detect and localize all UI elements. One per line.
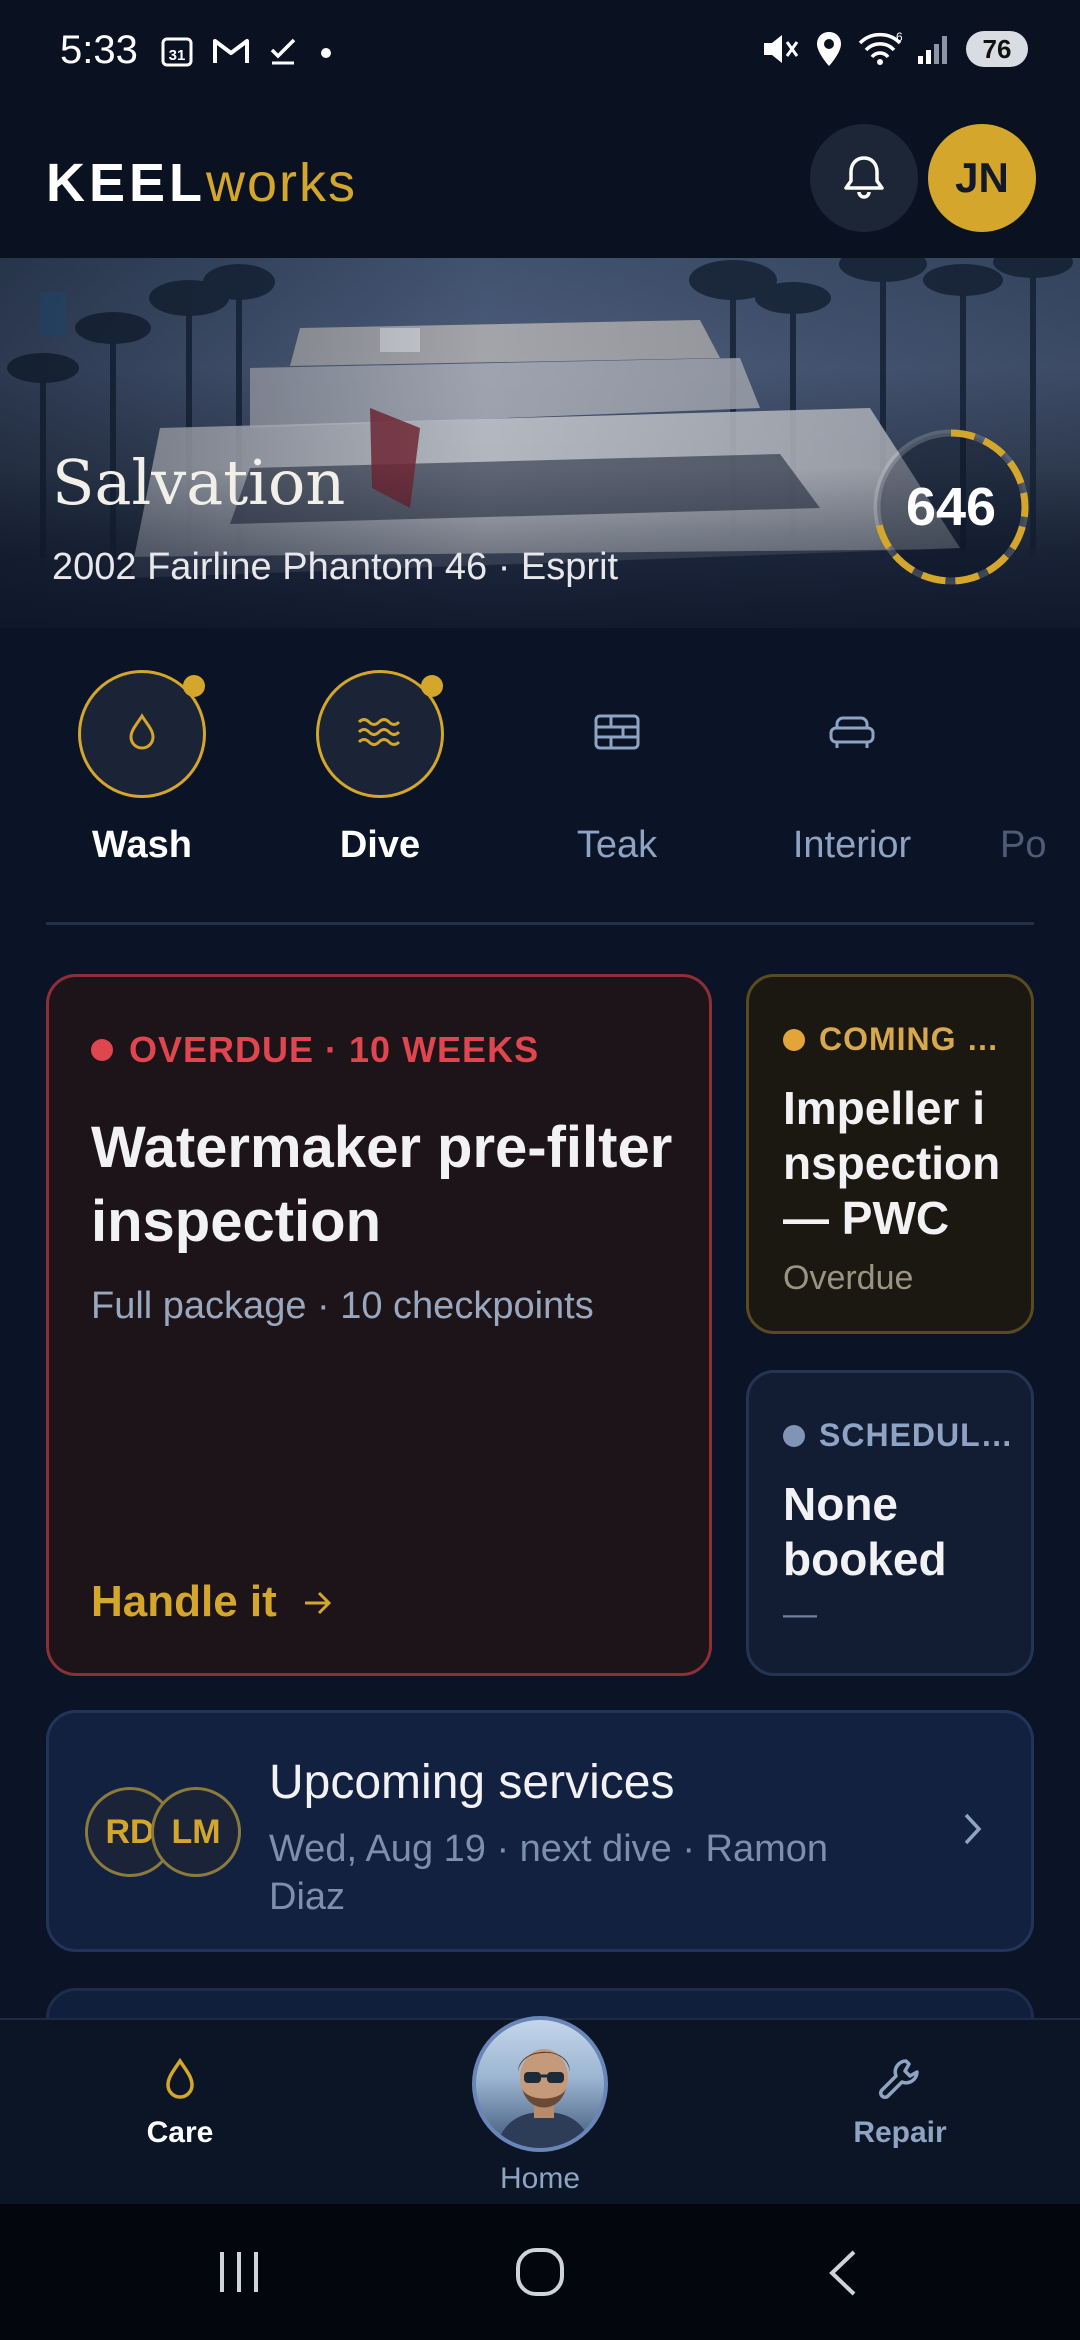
category-dive-alert-dot	[421, 675, 443, 697]
overdue-tag-text: OVERDUE · 10 WEEKS	[129, 1029, 540, 1070]
overdue-dot	[91, 1039, 113, 1061]
recent-apps-icon[interactable]	[214, 2250, 264, 2299]
bell-icon	[842, 152, 886, 205]
category-dive-label: Dive	[339, 824, 421, 866]
boat-details: 2002 Fairline Phantom 46 · Esprit	[52, 546, 619, 588]
location-icon	[814, 30, 844, 68]
nav-repair-icon-wrap	[770, 2020, 1030, 2116]
category-partial-icon-wrap	[1000, 670, 1080, 798]
status-time: 5:33	[60, 28, 138, 72]
boat-name: Salvation	[52, 446, 346, 519]
scheduled-dot	[783, 1424, 805, 1447]
nav-care-label: Care	[146, 2116, 214, 2149]
sofa-icon	[827, 714, 877, 755]
boat-hero[interactable]: Salvation 2002 Fairline Phantom 46 · Esp…	[0, 258, 1080, 628]
arrow-right-icon	[303, 1577, 333, 1627]
category-interior-icon-wrap	[788, 670, 916, 798]
nav-care-icon-wrap	[50, 2020, 310, 2116]
provider-avatar-lm: LM	[151, 1787, 241, 1877]
category-wash-label: Wash	[92, 824, 192, 866]
overdue-task-title: Watermaker pre-filter inspection	[91, 1115, 673, 1254]
category-divider	[46, 922, 1034, 925]
coming-task-title: Impeller inspection — PWC	[783, 1082, 1001, 1244]
chevron-right-icon	[961, 1809, 985, 1854]
system-status-icons: 6 76	[760, 30, 1028, 68]
app-screen: { "status_bar": { "time": "5:33", "batte…	[0, 0, 1080, 2340]
coming-task-status: Overdue	[783, 1259, 914, 1297]
coming-tag-text: COMING …	[819, 1021, 1000, 1057]
boat-score: 646	[905, 477, 997, 537]
handle-it-label: Handle it	[91, 1577, 277, 1626]
care-category-tabs: Wash Dive Teak Interior Po	[0, 670, 1080, 890]
profile-photo	[495, 2049, 593, 2148]
overdue-task-card[interactable]: OVERDUE · 10 WEEKS Watermaker pre-filter…	[46, 974, 712, 1676]
svg-text:6: 6	[896, 31, 902, 44]
category-dive[interactable]: Dive	[280, 670, 480, 867]
logo-keel: KEEL	[46, 153, 207, 213]
user-avatar[interactable]: JN	[928, 124, 1036, 232]
nav-repair[interactable]: Repair	[770, 2020, 1030, 2150]
category-interior-label: Interior	[792, 824, 912, 866]
upcoming-services-title: Upcoming services	[269, 1756, 675, 1809]
nav-care[interactable]: Care	[50, 2020, 310, 2150]
category-teak[interactable]: Teak	[517, 670, 717, 867]
notifications-button[interactable]	[810, 124, 918, 232]
coming-task-card[interactable]: COMING … Impeller inspection — PWC Overd…	[746, 974, 1034, 1334]
category-teak-icon-wrap	[553, 670, 681, 798]
bottom-navigation: Care Home Repair	[0, 2016, 1080, 2204]
nav-home-label[interactable]: Home	[440, 2162, 640, 2196]
app-logo: KEELworks	[46, 152, 357, 214]
coming-dot	[783, 1028, 805, 1051]
overdue-tag: OVERDUE · 10 WEEKS	[91, 1029, 539, 1071]
calendar-icon: 31	[160, 32, 194, 70]
dot-icon	[316, 32, 336, 70]
scheduled-title: None booked	[783, 1478, 947, 1585]
category-dive-ring	[316, 670, 444, 798]
home-system-icon[interactable]	[514, 2246, 566, 2303]
category-wash[interactable]: Wash	[42, 670, 242, 867]
task-check-icon	[268, 32, 298, 70]
wrench-icon	[876, 2055, 924, 2108]
nav-home-avatar[interactable]	[472, 2016, 608, 2152]
gmail-icon	[212, 32, 250, 70]
category-interior[interactable]: Interior	[752, 670, 952, 867]
scheduled-tag: SCHEDUL…	[783, 1417, 1014, 1454]
category-partial[interactable]: Po	[1000, 670, 1080, 867]
waves-icon	[355, 712, 405, 757]
scheduled-card[interactable]: SCHEDUL… None booked —	[746, 1370, 1034, 1676]
upcoming-services-subtitle: Wed, Aug 19 · next dive · Ramon Diaz	[269, 1828, 829, 1918]
nav-repair-label: Repair	[853, 2116, 947, 2149]
signal-icon	[916, 30, 952, 68]
scheduled-tag-text: SCHEDUL…	[819, 1417, 1014, 1453]
battery-indicator: 76	[966, 31, 1028, 67]
upcoming-services-card[interactable]: RD LM Upcoming services Wed, Aug 19 · ne…	[46, 1710, 1034, 1952]
logo-works: works	[206, 153, 358, 213]
category-wash-alert-dot	[183, 675, 205, 697]
category-wash-ring	[78, 670, 206, 798]
droplet-icon	[162, 2057, 198, 2108]
boat-score-gauge[interactable]: 646	[870, 426, 1032, 588]
svg-text:31: 31	[169, 47, 186, 64]
status-bar: 5:33 31 6 76	[0, 0, 1080, 110]
mute-icon	[760, 30, 800, 68]
wifi-icon: 6	[858, 30, 902, 68]
notification-icons: 31	[160, 32, 336, 70]
system-navigation-bar	[0, 2204, 1080, 2340]
app-header: KEELworks JN	[0, 110, 1080, 258]
coming-tag: COMING …	[783, 1021, 999, 1058]
handle-it-button[interactable]: Handle it	[91, 1577, 333, 1627]
back-icon[interactable]	[826, 2248, 860, 2303]
scheduled-subtitle: —	[783, 1595, 817, 1633]
category-teak-label: Teak	[576, 824, 658, 866]
overdue-task-subtitle: Full package · 10 checkpoints	[91, 1285, 594, 1327]
deck-planks-icon	[593, 712, 641, 757]
droplet-icon	[125, 712, 159, 757]
category-partial-label: Po	[1000, 824, 1047, 866]
